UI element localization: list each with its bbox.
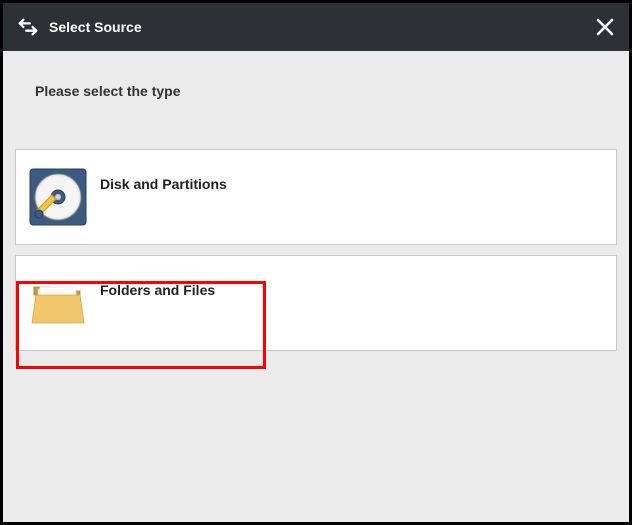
folder-icon <box>26 271 90 335</box>
select-source-dialog: Select Source Please select the type <box>3 3 629 522</box>
option-folders-label: Folders and Files <box>100 282 215 298</box>
titlebar: Select Source <box>3 3 629 51</box>
prompt-text: Please select the type <box>35 83 617 99</box>
close-icon <box>596 18 614 36</box>
option-disk-partitions[interactable]: Disk and Partitions <box>15 149 617 245</box>
app-swap-icon <box>17 16 39 38</box>
option-disk-label: Disk and Partitions <box>100 176 227 192</box>
option-folders-files[interactable]: Folders and Files <box>15 255 617 351</box>
content-area: Please select the type Disk and Partitio… <box>3 51 629 522</box>
close-button[interactable] <box>593 15 617 39</box>
dialog-title: Select Source <box>49 19 142 35</box>
disk-icon <box>26 165 90 229</box>
